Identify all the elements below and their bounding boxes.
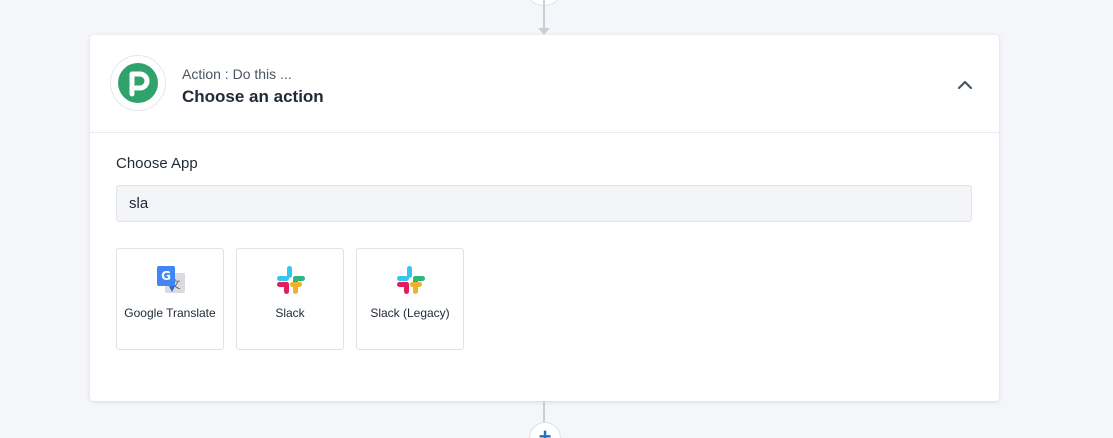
- app-tile-label: Slack (Legacy): [370, 306, 450, 320]
- svg-text:G: G: [161, 269, 171, 283]
- step-title: Choose an action: [182, 87, 324, 106]
- app-tile-slack-legacy[interactable]: Slack (Legacy): [356, 248, 464, 350]
- app-tile-slack[interactable]: Slack: [236, 248, 344, 350]
- slack-icon: [395, 264, 427, 296]
- choose-app-label: Choose App: [116, 155, 198, 172]
- connector-arrow-icon: [538, 28, 550, 35]
- step-header[interactable]: Action : Do this ... Choose an action: [90, 35, 999, 133]
- app-tile-google-translate[interactable]: 文 G Google Translate: [116, 248, 224, 350]
- chevron-up-icon[interactable]: [953, 73, 977, 97]
- step-subtitle: Action : Do this ...: [182, 66, 292, 82]
- app-tile-label: Google Translate: [124, 306, 216, 320]
- app-search-input[interactable]: [116, 185, 972, 222]
- connector-line-top: [543, 0, 545, 28]
- app-tile-label: Slack: [275, 306, 305, 320]
- pipedream-logo-icon: [110, 55, 166, 111]
- google-translate-icon: 文 G: [155, 264, 187, 296]
- workflow-canvas: Action : Do this ... Choose an action Ch…: [0, 0, 1113, 438]
- action-step-card: Action : Do this ... Choose an action Ch…: [90, 35, 999, 401]
- slack-icon: [275, 264, 307, 296]
- add-step-button[interactable]: +: [529, 422, 561, 438]
